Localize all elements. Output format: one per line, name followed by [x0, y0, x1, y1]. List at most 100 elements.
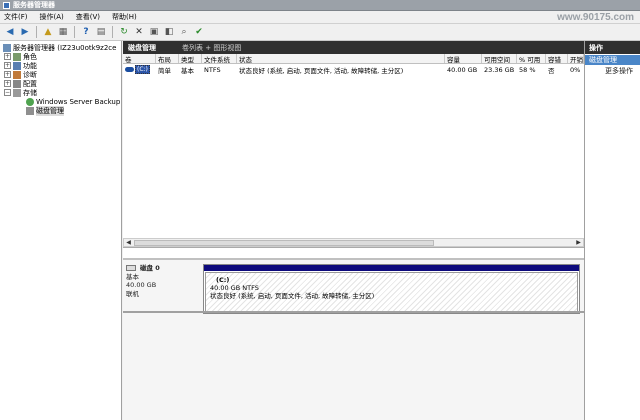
column-header-volume[interactable]: 卷	[123, 54, 156, 63]
expand-icon[interactable]: +	[4, 53, 11, 60]
tree-item-disk-management[interactable]: 磁盘管理	[0, 105, 121, 116]
roles-icon	[13, 52, 21, 61]
refresh-icon[interactable]: ↻	[118, 26, 130, 38]
type-cell: 基本	[181, 66, 194, 75]
back-icon[interactable]: ◀	[4, 26, 16, 38]
scrollbar-thumb[interactable]	[134, 240, 434, 246]
disk-layout-bar: (C:) 40.00 GB NTFS 状态良好 (系统, 启动, 页面文件, 活…	[203, 264, 580, 314]
layout-cell: 简单	[158, 66, 171, 75]
open-icon[interactable]: ▣	[148, 26, 160, 38]
watermark: www.90175.com	[557, 12, 634, 23]
disk-name: 磁盘 0	[140, 264, 160, 272]
backup-icon	[26, 97, 34, 106]
menu-view[interactable]: 查看(V)	[76, 12, 100, 22]
table-row[interactable]: (C:) 简单 基本 NTFS 状态良好 (系统, 启动, 页面文件, 活动, …	[123, 65, 584, 74]
column-header-type[interactable]: 类型	[179, 54, 202, 63]
disk-info[interactable]: 磁盘 0 基本 40.00 GB 联机	[126, 264, 202, 314]
toolbar-separator	[112, 26, 113, 38]
scroll-right-icon[interactable]: ▶	[574, 238, 583, 247]
storage-icon	[13, 88, 21, 97]
configuration-icon	[13, 79, 21, 88]
status-cell: 状态良好 (系统, 启动, 页面文件, 活动, 故障转储, 主分区)	[239, 66, 404, 75]
tree-item-label: Windows Server Backup	[36, 97, 121, 106]
actions-section-disk-management[interactable]: 磁盘管理	[585, 55, 640, 65]
disk-type: 基本	[126, 272, 139, 281]
tree-item-diagnostics[interactable]: + 诊断	[0, 70, 121, 79]
disk-title: 磁盘 0	[126, 264, 202, 273]
title-bar: 服务器管理器	[0, 0, 640, 11]
toolbar-separator	[36, 26, 37, 38]
filesystem-cell: NTFS	[204, 65, 221, 74]
partition-label: (C:)	[216, 276, 230, 284]
forward-icon[interactable]: ▶	[19, 26, 31, 38]
volume-list: 卷 布局 类型 文件系统 状态 容量 可用空间 % 可用 容错 开销 (C:) …	[123, 54, 584, 248]
navigation-tree: 服务器管理器 (IZ23u0otk9z2ce + 角色 + 功能 + 诊断 + …	[0, 41, 122, 420]
view-mode[interactable]: 卷列表 + 图形视图	[182, 43, 241, 53]
diagnostics-icon	[13, 70, 21, 79]
search-icon[interactable]: ⌕	[178, 26, 190, 38]
column-header-layout[interactable]: 布局	[156, 54, 179, 63]
volume-icon	[125, 67, 134, 72]
horizontal-scrollbar[interactable]: ◀ ▶	[123, 238, 584, 247]
column-header-overhead[interactable]: 开销	[568, 54, 584, 63]
disk-management-pane: 磁盘管理 卷列表 + 图形视图 卷 布局 类型 文件系统 状态 容量 可用空间 …	[123, 41, 584, 420]
tree-item-configuration[interactable]: + 配置	[0, 79, 121, 88]
up-folder-icon[interactable]: ▲	[42, 26, 54, 38]
window-title: 服务器管理器	[13, 1, 55, 9]
pane-header: 磁盘管理 卷列表 + 图形视图	[123, 41, 584, 54]
server-icon	[3, 43, 11, 52]
server-manager-icon	[3, 1, 10, 9]
tree-item-roles[interactable]: + 角色	[0, 52, 121, 61]
column-header-free-space[interactable]: 可用空间	[482, 54, 517, 63]
expand-icon[interactable]: +	[4, 71, 11, 78]
expand-icon[interactable]: +	[4, 80, 11, 87]
disk-size: 40.00 GB	[126, 281, 157, 289]
scroll-left-icon[interactable]: ◀	[124, 238, 133, 247]
save-icon[interactable]: ◧	[163, 26, 175, 38]
menu-action[interactable]: 操作(A)	[40, 12, 64, 22]
disk-management-icon	[26, 106, 34, 115]
toolbar: ◀ ▶ ▲ ▦ ? ▤ ↻ ✕ ▣ ◧ ⌕ ✔	[0, 24, 640, 41]
disk-icon	[126, 265, 136, 272]
volume-cell: (C:)	[123, 65, 156, 74]
disk-state: 联机	[126, 289, 139, 298]
column-header-status[interactable]: 状态	[237, 54, 445, 63]
capacity-cell: 40.00 GB	[447, 65, 478, 74]
volume-list-header: 卷 布局 类型 文件系统 状态 容量 可用空间 % 可用 容错 开销	[123, 54, 584, 64]
delete-icon[interactable]: ✕	[133, 26, 145, 38]
tree-item-features[interactable]: + 功能	[0, 61, 121, 70]
tree-item-label: 存储	[23, 88, 37, 97]
tree-item-label: 磁盘管理	[36, 105, 64, 116]
divider	[123, 311, 584, 313]
partition-size: 40.00 GB NTFS	[210, 284, 259, 292]
column-header-fault-tolerance[interactable]: 容错	[546, 54, 568, 63]
features-icon	[13, 61, 21, 70]
toolbar-separator	[74, 26, 75, 38]
pane-title: 磁盘管理	[128, 43, 156, 52]
more-actions-link[interactable]: 更多操作	[585, 65, 640, 77]
percent-free-cell: 58 %	[519, 65, 536, 74]
show-tree-icon[interactable]: ▦	[57, 26, 69, 38]
volume-name: (C:)	[135, 65, 150, 74]
expand-icon[interactable]: +	[4, 62, 11, 69]
fault-tolerance-cell: 否	[548, 66, 555, 75]
primary-partition-band	[204, 265, 579, 271]
properties-icon[interactable]: ▤	[95, 26, 107, 38]
graphical-view: 磁盘 0 基本 40.00 GB 联机 (C:) 40.00 GB NTFS 状…	[123, 258, 584, 420]
column-header-filesystem[interactable]: 文件系统	[202, 54, 237, 63]
column-header-capacity[interactable]: 容量	[445, 54, 482, 63]
column-header-percent-free[interactable]: % 可用	[517, 54, 546, 63]
actions-pane: 操作 磁盘管理 更多操作	[584, 41, 640, 420]
menu-file[interactable]: 文件(F)	[4, 12, 28, 22]
help-icon[interactable]: ?	[80, 26, 92, 38]
actions-header: 操作	[585, 41, 640, 54]
free-space-cell: 23.36 GB	[484, 65, 515, 74]
partition-status: 状态良好 (系统, 启动, 页面文件, 活动, 故障转储, 主分区)	[210, 292, 375, 300]
tree-root[interactable]: 服务器管理器 (IZ23u0otk9z2ce	[0, 43, 121, 52]
partition-c[interactable]: (C:) 40.00 GB NTFS 状态良好 (系统, 启动, 页面文件, 活…	[205, 272, 578, 312]
menu-bar: 文件(F) 操作(A) 查看(V) 帮助(H)	[0, 11, 640, 24]
check-icon[interactable]: ✔	[193, 26, 205, 38]
tree-item-storage[interactable]: − 存储	[0, 88, 121, 97]
menu-help[interactable]: 帮助(H)	[112, 12, 137, 22]
collapse-icon[interactable]: −	[4, 89, 11, 96]
